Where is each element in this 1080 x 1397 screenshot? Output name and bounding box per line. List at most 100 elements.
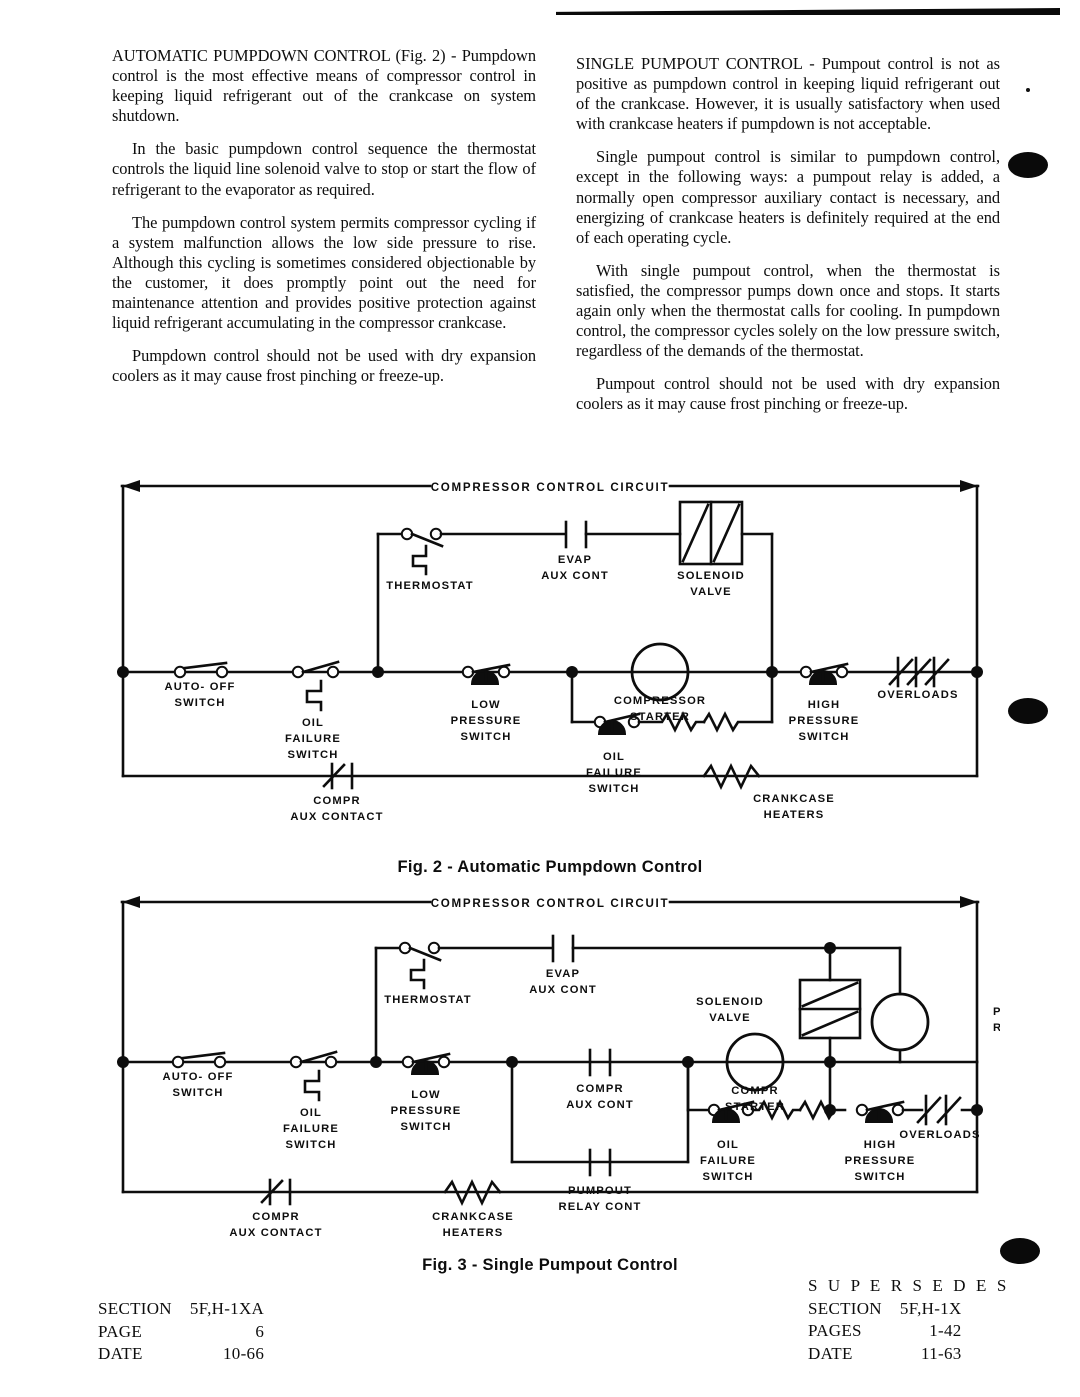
footer-right-block: S U P E R S E D E S SECTION 5F,H-1X PAGE…: [808, 1275, 1009, 1365]
label-compr-aux-cont-line2: AUX CONT: [566, 1099, 634, 1111]
footer-left-table: SECTION 5F,H-1XA PAGE 6 DATE 10-66: [98, 1298, 264, 1366]
label-low-pressure-switch-f3-line3: SWITCH: [400, 1121, 451, 1133]
label-evap-aux-cont-line2: AUX CONT: [541, 570, 609, 582]
label-pumpout-relay-cont-line1: PUMPOUT: [568, 1185, 632, 1197]
label-oil-failure-switch-top-f3-line3: SWITCH: [285, 1139, 336, 1151]
figure-2-circuit-diagram: COMPRESSOR CONTROL CIRCUIT THERMOSTAT EV…: [117, 480, 983, 823]
label-auto-off-switch-line1: AUTO- OFF: [164, 681, 235, 693]
top-rule-bar: [556, 8, 1060, 15]
label-oil-failure-switch-bottom-line2: FAILURE: [586, 767, 642, 779]
label-oil-failure-switch-top-line3: SWITCH: [287, 749, 338, 761]
label-compr-aux-contact-line2: AUX CONTACT: [290, 811, 383, 823]
label-auto-off-switch-line2: SWITCH: [174, 697, 225, 709]
label-crankcase-heaters-line1: CRANKCASE: [753, 793, 835, 805]
label-low-pressure-switch-line3: SWITCH: [460, 731, 511, 743]
figure-3-circuit-diagram: COMPRESSOR CONTROL CIRCUIT THERMOSTAT EV…: [117, 896, 1000, 1239]
label-overloads: OVERLOADS: [877, 689, 958, 701]
paragraph-pumpdown-dry-expansion: Pumpdown control should not be used with…: [112, 346, 536, 386]
footer-right-key-section: SECTION: [808, 1298, 882, 1318]
label-oil-failure-switch-bottom-f3-line3: SWITCH: [702, 1171, 753, 1183]
paragraph-pumpdown-system: The pumpdown control system permits comp…: [112, 212, 536, 333]
label-compr-aux-contact-f3-line1: COMPR: [252, 1211, 299, 1223]
label-solenoid-valve-line1: SOLENOID: [677, 570, 745, 582]
footer-right-value-pages: 1-42: [929, 1321, 962, 1340]
label-evap-aux-cont-f3-line1: EVAP: [546, 968, 580, 980]
label-crankcase-heaters-f3-line1: CRANKCASE: [432, 1211, 514, 1223]
label-oil-failure-switch-top-line2: FAILURE: [285, 733, 341, 745]
footer-row-supersedes-pages: PAGES 1-42: [808, 1320, 962, 1343]
label-overloads-f3: OVERLOADS: [899, 1129, 980, 1141]
label-auto-off-switch-f3-line1: AUTO- OFF: [162, 1071, 233, 1083]
label-oil-failure-switch-top-line1: OIL: [302, 717, 324, 729]
footer-row-page: PAGE 6: [98, 1321, 264, 1344]
label-compr-starter-line2: STARTER: [725, 1101, 785, 1113]
footer-left-key-section: SECTION: [98, 1299, 172, 1318]
label-oil-failure-switch-top-f3-line2: FAILURE: [283, 1123, 339, 1135]
footer-left-key-page: PAGE: [98, 1321, 143, 1341]
label-high-pressure-switch-line3: SWITCH: [798, 731, 849, 743]
binder-hole-middle: [1008, 698, 1048, 724]
label-oil-failure-switch-bottom-f3-line1: OIL: [717, 1139, 739, 1151]
figure-3-circuit-title: COMPRESSOR CONTROL CIRCUIT: [431, 897, 670, 910]
label-low-pressure-switch-line2: PRESSURE: [451, 715, 522, 727]
paragraph-pumpout-similar: Single pumpout control is similar to pum…: [576, 147, 1000, 247]
supersedes-heading: S U P E R S E D E S: [808, 1276, 1010, 1295]
label-pumpout-relay-coil-line2: RELAY COIL: [993, 1022, 1000, 1034]
label-compr-aux-cont-line1: COMPR: [576, 1083, 623, 1095]
label-evap-aux-cont-f3-line2: AUX CONT: [529, 984, 597, 996]
label-pumpout-relay-coil-line1: PUMPOUT: [993, 1006, 1000, 1018]
label-solenoid-valve-f3-line2: VALVE: [709, 1012, 750, 1024]
label-oil-failure-switch-bottom-line3: SWITCH: [588, 783, 639, 795]
footer-left-value-date: 10-66: [222, 1344, 265, 1363]
label-high-pressure-switch-line1: HIGH: [808, 699, 841, 711]
footer-left-key-date: DATE: [98, 1344, 143, 1363]
binder-hole-bottom: [1000, 1238, 1040, 1264]
right-text-column: SINGLE PUMPOUT CONTROL - Pumpout control…: [576, 54, 1000, 428]
binder-hole-top: [1008, 152, 1048, 178]
paragraph-single-pumpout-head: SINGLE PUMPOUT CONTROL - Pumpout control…: [576, 54, 1000, 134]
paragraph-pumpout-thermostat: With single pumpout control, when the th…: [576, 260, 1000, 361]
figure-3: COMPRESSOR CONTROL CIRCUIT THERMOSTAT EV…: [100, 892, 1000, 1292]
label-pumpout-relay-cont-line2: RELAY CONT: [559, 1201, 642, 1213]
figure-3-caption: Fig. 3 - Single Pumpout Control: [422, 1256, 678, 1274]
label-compr-starter-line1: COMPR: [731, 1085, 778, 1097]
label-compr-aux-contact-line1: COMPR: [313, 795, 360, 807]
label-solenoid-valve-line2: VALVE: [690, 586, 731, 598]
left-text-column: AUTOMATIC PUMPDOWN CONTROL (Fig. 2) - Pu…: [112, 46, 536, 399]
label-auto-off-switch-f3-line2: SWITCH: [172, 1087, 223, 1099]
footer-row-date: DATE 10-66: [98, 1343, 264, 1366]
footer-row-section: SECTION 5F,H-1XA: [98, 1298, 264, 1321]
footer-row-supersedes-date: DATE 11-63: [808, 1343, 962, 1366]
footer-right-value-section: 5F,H-1X: [899, 1298, 962, 1318]
footer-right-value-date: 11-63: [921, 1343, 962, 1363]
label-oil-failure-switch-bottom-line1: OIL: [603, 751, 625, 763]
footer-row-supersedes-section: SECTION 5F,H-1X: [808, 1298, 962, 1321]
figure-2: COMPRESSOR CONTROL CIRCUIT THERMOSTAT EV…: [100, 476, 1000, 876]
label-low-pressure-switch-f3-line1: LOW: [411, 1089, 441, 1101]
label-oil-failure-switch-top-f3-line1: OIL: [300, 1107, 322, 1119]
label-high-pressure-switch-f3-line1: HIGH: [864, 1139, 897, 1151]
figure-2-caption: Fig. 2 - Automatic Pumpdown Control: [397, 858, 703, 876]
scan-speck: [1026, 88, 1030, 92]
footer-left-value-page: 6: [255, 1321, 265, 1341]
label-low-pressure-switch-f3-line2: PRESSURE: [391, 1105, 462, 1117]
label-compressor-starter-line2: STARTER: [630, 711, 690, 723]
document-page: AUTOMATIC PUMPDOWN CONTROL (Fig. 2) - Pu…: [0, 0, 1080, 1397]
label-high-pressure-switch-f3-line2: PRESSURE: [845, 1155, 916, 1167]
paragraph-pumpout-dry-expansion: Pumpout control should not be used with …: [576, 374, 1000, 414]
label-compr-aux-contact-f3-line2: AUX CONTACT: [229, 1227, 322, 1239]
label-thermostat-f3: THERMOSTAT: [384, 994, 472, 1006]
label-high-pressure-switch-f3-line3: SWITCH: [854, 1171, 905, 1183]
footer-left-value-section: 5F,H-1XA: [189, 1299, 265, 1318]
label-crankcase-heaters-f3-line2: HEATERS: [443, 1227, 504, 1239]
label-compressor-starter-line1: COMPRESSOR: [614, 695, 706, 707]
label-oil-failure-switch-bottom-f3-line2: FAILURE: [700, 1155, 756, 1167]
paragraph-automatic-pumpdown-head: AUTOMATIC PUMPDOWN CONTROL (Fig. 2) - Pu…: [112, 46, 536, 126]
paragraph-pumpdown-sequence: In the basic pumpdown control sequence t…: [112, 139, 536, 199]
label-high-pressure-switch-line2: PRESSURE: [789, 715, 860, 727]
label-low-pressure-switch-line1: LOW: [471, 699, 501, 711]
footer-right-key-pages: PAGES: [808, 1321, 862, 1340]
label-solenoid-valve-f3-line1: SOLENOID: [696, 996, 764, 1008]
footer-right-table: SECTION 5F,H-1X PAGES 1-42 DATE 11-63: [808, 1298, 962, 1366]
footer-right-key-date: DATE: [808, 1343, 853, 1363]
